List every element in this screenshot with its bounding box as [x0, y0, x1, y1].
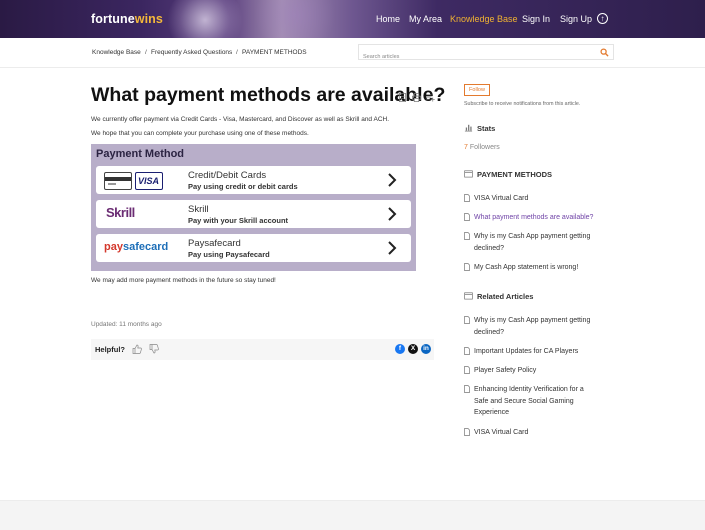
breadcrumb-knowledge-base[interactable]: Knowledge Base — [92, 49, 141, 56]
site-logo[interactable]: fortunewins — [91, 12, 163, 26]
article-title: What payment methods are available? — [91, 84, 446, 106]
document-icon — [464, 316, 470, 324]
nav-home[interactable]: Home — [376, 14, 400, 24]
x-twitter-icon[interactable]: X — [408, 344, 418, 354]
payment-method-heading: Payment Method — [96, 148, 185, 160]
site-header: fortunewins Home My Area Knowledge Base … — [0, 0, 705, 38]
breadcrumb-separator: / — [145, 49, 147, 56]
related-link[interactable]: Enhancing Identity Verification for a Sa… — [474, 384, 599, 419]
article-paragraph: We may add more payment methods in the f… — [91, 277, 276, 284]
header-art — [165, 0, 245, 38]
helpful-label: Helpful? — [95, 345, 125, 354]
document-icon — [464, 194, 470, 202]
linkedin-icon[interactable]: in — [421, 344, 431, 354]
nav-my-area[interactable]: My Area — [409, 14, 442, 24]
related-heading: Related Articles — [477, 292, 534, 301]
nav-sign-in[interactable]: Sign In — [522, 14, 550, 24]
thumbs-down-icon[interactable] — [149, 344, 159, 354]
related-link[interactable]: Player Safety Policy — [474, 365, 606, 377]
search-box — [358, 44, 614, 64]
print-icon[interactable] — [412, 93, 421, 102]
document-icon — [464, 385, 470, 393]
search-input[interactable] — [359, 50, 589, 64]
chevron-right-icon — [388, 173, 397, 187]
related-link[interactable]: Why is my Cash App payment getting decli… — [474, 315, 606, 338]
chevron-right-icon — [388, 241, 397, 255]
nav-knowledge-base[interactable]: Knowledge Base — [450, 14, 518, 24]
document-icon — [464, 232, 470, 240]
follow-button[interactable]: Follow — [464, 84, 490, 96]
follow-note: Subscribe to receive notifications from … — [464, 101, 581, 107]
payment-method-name: Credit/Debit Cards — [188, 170, 267, 181]
visa-logo: VISA — [135, 172, 163, 190]
folder-icon — [464, 170, 473, 178]
document-icon — [464, 263, 470, 271]
payment-method-name: Skrill — [188, 204, 209, 215]
thumbs-up-icon[interactable] — [132, 344, 142, 354]
category-link[interactable]: My Cash App statement is wrong! — [474, 262, 606, 274]
article-paragraph: We hope that you can complete your purch… — [91, 130, 309, 137]
payment-row-paysafecard: paysafecard Paysafecard Pay using Paysaf… — [96, 234, 411, 262]
followers-count: 7 Followers — [464, 144, 500, 151]
document-icon — [464, 347, 470, 355]
chevron-right-icon — [388, 207, 397, 221]
credit-card-icon — [104, 172, 132, 190]
stats-heading: Stats — [477, 124, 496, 133]
skrill-logo: Skrill — [106, 205, 135, 220]
payment-method-desc: Pay using Paysafecard — [188, 250, 270, 259]
feedback-bar: Helpful? f X in — [91, 339, 434, 360]
related-articles-icon — [464, 292, 473, 300]
list-add-icon[interactable] — [426, 93, 435, 102]
search-icon[interactable] — [600, 48, 609, 57]
document-icon — [464, 428, 470, 436]
document-icon — [464, 366, 470, 374]
page-footer — [0, 500, 705, 530]
payment-row-credit-card: VISA Credit/Debit Cards Pay using credit… — [96, 166, 411, 194]
payment-method-desc: Pay using credit or debit cards — [188, 182, 298, 191]
breadcrumb-bar: Knowledge Base / Frequently Asked Questi… — [0, 38, 705, 68]
category-link[interactable]: VISA Virtual Card — [474, 193, 606, 205]
related-link[interactable]: Important Updates for CA Players — [474, 346, 606, 358]
article-paragraph: We currently offer payment via Credit Ca… — [91, 116, 390, 123]
payment-row-skrill: Skrill Skrill Pay with your Skrill accou… — [96, 200, 411, 228]
category-heading: PAYMENT METHODS — [477, 170, 553, 179]
header-art-secondary — [250, 0, 340, 38]
category-link-current[interactable]: What payment methods are available? — [474, 212, 614, 224]
breadcrumb-faq[interactable]: Frequently Asked Questions — [151, 49, 232, 56]
related-link[interactable]: VISA Virtual Card — [474, 427, 606, 439]
document-icon — [464, 213, 470, 221]
info-icon[interactable]: ↑ — [597, 13, 608, 24]
payment-method-name: Paysafecard — [188, 238, 241, 249]
payment-methods-image: Payment Method VISA Credit/Debit Cards P… — [91, 144, 416, 271]
nav-sign-up[interactable]: Sign Up — [560, 14, 592, 24]
facebook-icon[interactable]: f — [395, 344, 405, 354]
breadcrumb-payment-methods[interactable]: PAYMENT METHODS — [242, 49, 307, 56]
pdf-icon[interactable] — [398, 93, 407, 102]
paysafecard-logo: paysafecard — [104, 241, 169, 253]
payment-method-desc: Pay with your Skrill account — [188, 216, 289, 225]
updated-timestamp: Updated: 11 months ago — [91, 321, 162, 328]
category-link[interactable]: Why is my Cash App payment getting decli… — [474, 231, 606, 254]
breadcrumb-separator: / — [236, 49, 238, 56]
stats-bar-chart-icon — [464, 124, 473, 132]
